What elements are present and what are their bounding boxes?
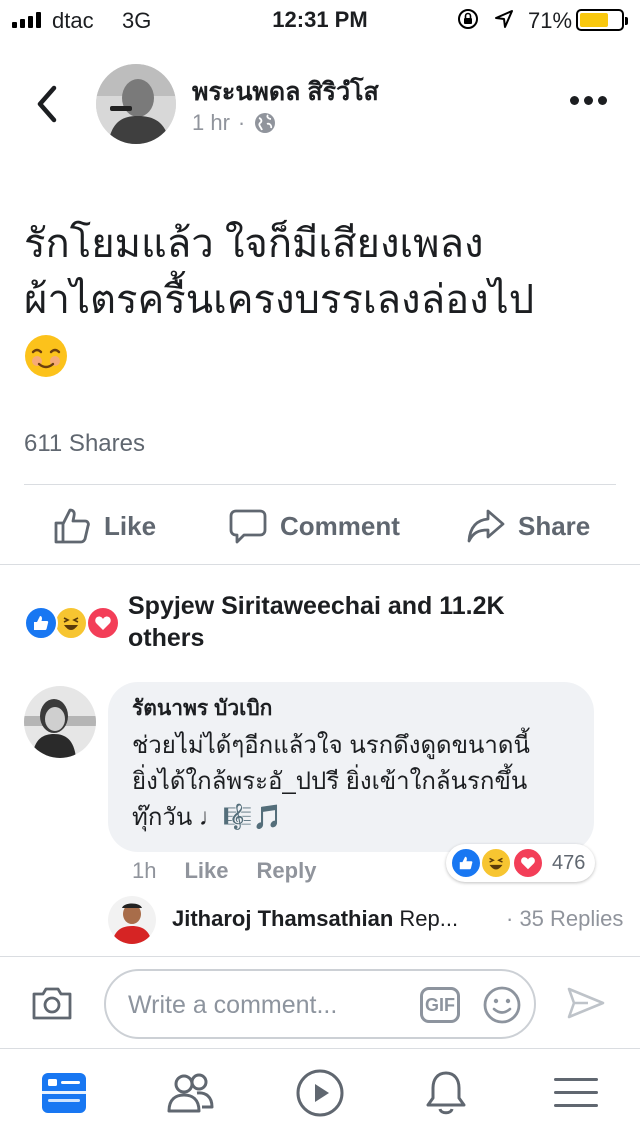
comment-text-line: ทุ๊กวัน ♩🎼🎵 (132, 804, 283, 831)
post-meta: 1 hr · (192, 110, 277, 136)
sticker-smiley-icon[interactable] (482, 985, 522, 1025)
meta-separator: · (237, 110, 246, 135)
comment-input-box[interactable]: GIF (104, 969, 536, 1039)
reply-snippet: Rep... (399, 906, 459, 931)
comment-meta: 1h Like Reply (132, 858, 316, 884)
like-reaction-icon (24, 606, 58, 640)
tab-news-feed[interactable] (38, 1067, 90, 1119)
divider (0, 564, 640, 565)
like-reaction-icon (450, 847, 482, 879)
haha-reaction-icon (54, 606, 88, 640)
tab-menu[interactable] (550, 1067, 602, 1119)
rotation-lock-icon (458, 9, 478, 29)
comment-reaction-count: 476 (552, 851, 586, 874)
notifications-icon (426, 1071, 466, 1115)
tab-watch[interactable] (294, 1067, 346, 1119)
love-reaction-icon (86, 606, 120, 640)
reply-author-avatar[interactable] (108, 896, 156, 944)
replies-count[interactable]: · 35 Replies (506, 906, 623, 932)
comment-text-line: ยิ่งได้ใกล้พระอั_ปปรี ยิ่งเข้าใกล้นรกขึ้… (132, 768, 528, 795)
location-arrow-icon (495, 10, 513, 28)
reaction-icons[interactable] (24, 606, 124, 640)
battery-percentage: 71% (528, 8, 573, 33)
commenter-avatar[interactable] (24, 686, 96, 758)
watch-icon (296, 1069, 344, 1117)
share-arrow-icon (467, 509, 505, 543)
news-feed-icon (42, 1073, 86, 1113)
reply-preview[interactable]: Jitharoj Thamsathian Rep... · 35 Replies (172, 906, 640, 932)
camera-icon[interactable] (30, 985, 74, 1021)
author-avatar[interactable] (96, 64, 176, 144)
comment-time: 1h (132, 858, 157, 883)
reactions-summary-line: others (128, 624, 205, 652)
post-text-line: ผ้าไตรครื้นเครงบรรเลงล่องไป (24, 278, 535, 322)
thumbs-up-icon (54, 508, 90, 544)
comment-button[interactable]: Comment (228, 506, 400, 546)
battery-icon (576, 9, 628, 31)
love-reaction-icon (512, 847, 544, 879)
comment-input[interactable] (128, 985, 428, 1025)
comment-reactions-badge[interactable]: 476 (446, 844, 596, 882)
post-author-name[interactable]: พระนพดล สิริวํโส (192, 72, 379, 112)
commenter-name[interactable]: รัตนาพร บัวเบิก (132, 694, 570, 724)
divider (24, 484, 616, 485)
like-label: Like (104, 510, 157, 541)
back-chevron-icon[interactable] (32, 84, 62, 124)
reply-author-name: Jitharoj Thamsathian (172, 906, 394, 931)
comment-reply-button[interactable]: Reply (257, 858, 317, 884)
tab-friends[interactable] (164, 1067, 216, 1119)
shares-count[interactable]: 611 Shares (24, 430, 145, 458)
comment-text: ช่วยไม่ได้ๆอีกแล้วใจ นรกดึงดูดขนาดนี้ ยิ… (132, 728, 570, 836)
post-text: รักโยมแล้ว ใจก็มีเสียงเพลง ผ้าไตรครื้นเค… (24, 216, 624, 387)
comment-like-button[interactable]: Like (184, 858, 228, 884)
smiling-face-emoji-icon (25, 335, 67, 377)
comment-label: Comment (280, 510, 400, 541)
more-options-icon[interactable] (570, 96, 607, 105)
reactions-summary[interactable]: Spyjew Siritaweechai and 11.2K others (128, 590, 608, 654)
bottom-tab-bar (0, 1048, 640, 1136)
gif-button[interactable]: GIF (420, 987, 460, 1023)
comment-composer: GIF (0, 956, 640, 1048)
haha-reaction-icon (480, 847, 512, 879)
share-label: Share (518, 510, 591, 541)
tab-notifications[interactable] (420, 1067, 472, 1119)
post-text-line: รักโยมแล้ว ใจก็มีเสียงเพลง (24, 222, 484, 266)
globe-icon (255, 113, 276, 133)
send-icon[interactable] (566, 985, 606, 1021)
friends-icon (167, 1073, 214, 1113)
status-bar: dtac 3G 12:31 PM 71% (0, 0, 640, 40)
post-time[interactable]: 1 hr (192, 110, 230, 136)
comment-bubble[interactable]: รัตนาพร บัวเบิก ช่วยไม่ได้ๆอีกแล้วใจ นรก… (108, 682, 594, 852)
post-action-bar: Like Comment Share (0, 490, 640, 562)
like-button[interactable]: Like (52, 506, 156, 546)
comment-bubble-icon (229, 509, 267, 544)
menu-icon (554, 1078, 598, 1107)
share-button[interactable]: Share (466, 506, 590, 546)
comment-text-line: ช่วยไม่ได้ๆอีกแล้วใจ นรกดึงดูดขนาดนี้ (132, 732, 530, 759)
reactions-summary-line: Spyjew Siritaweechai and 11.2K (128, 592, 505, 620)
